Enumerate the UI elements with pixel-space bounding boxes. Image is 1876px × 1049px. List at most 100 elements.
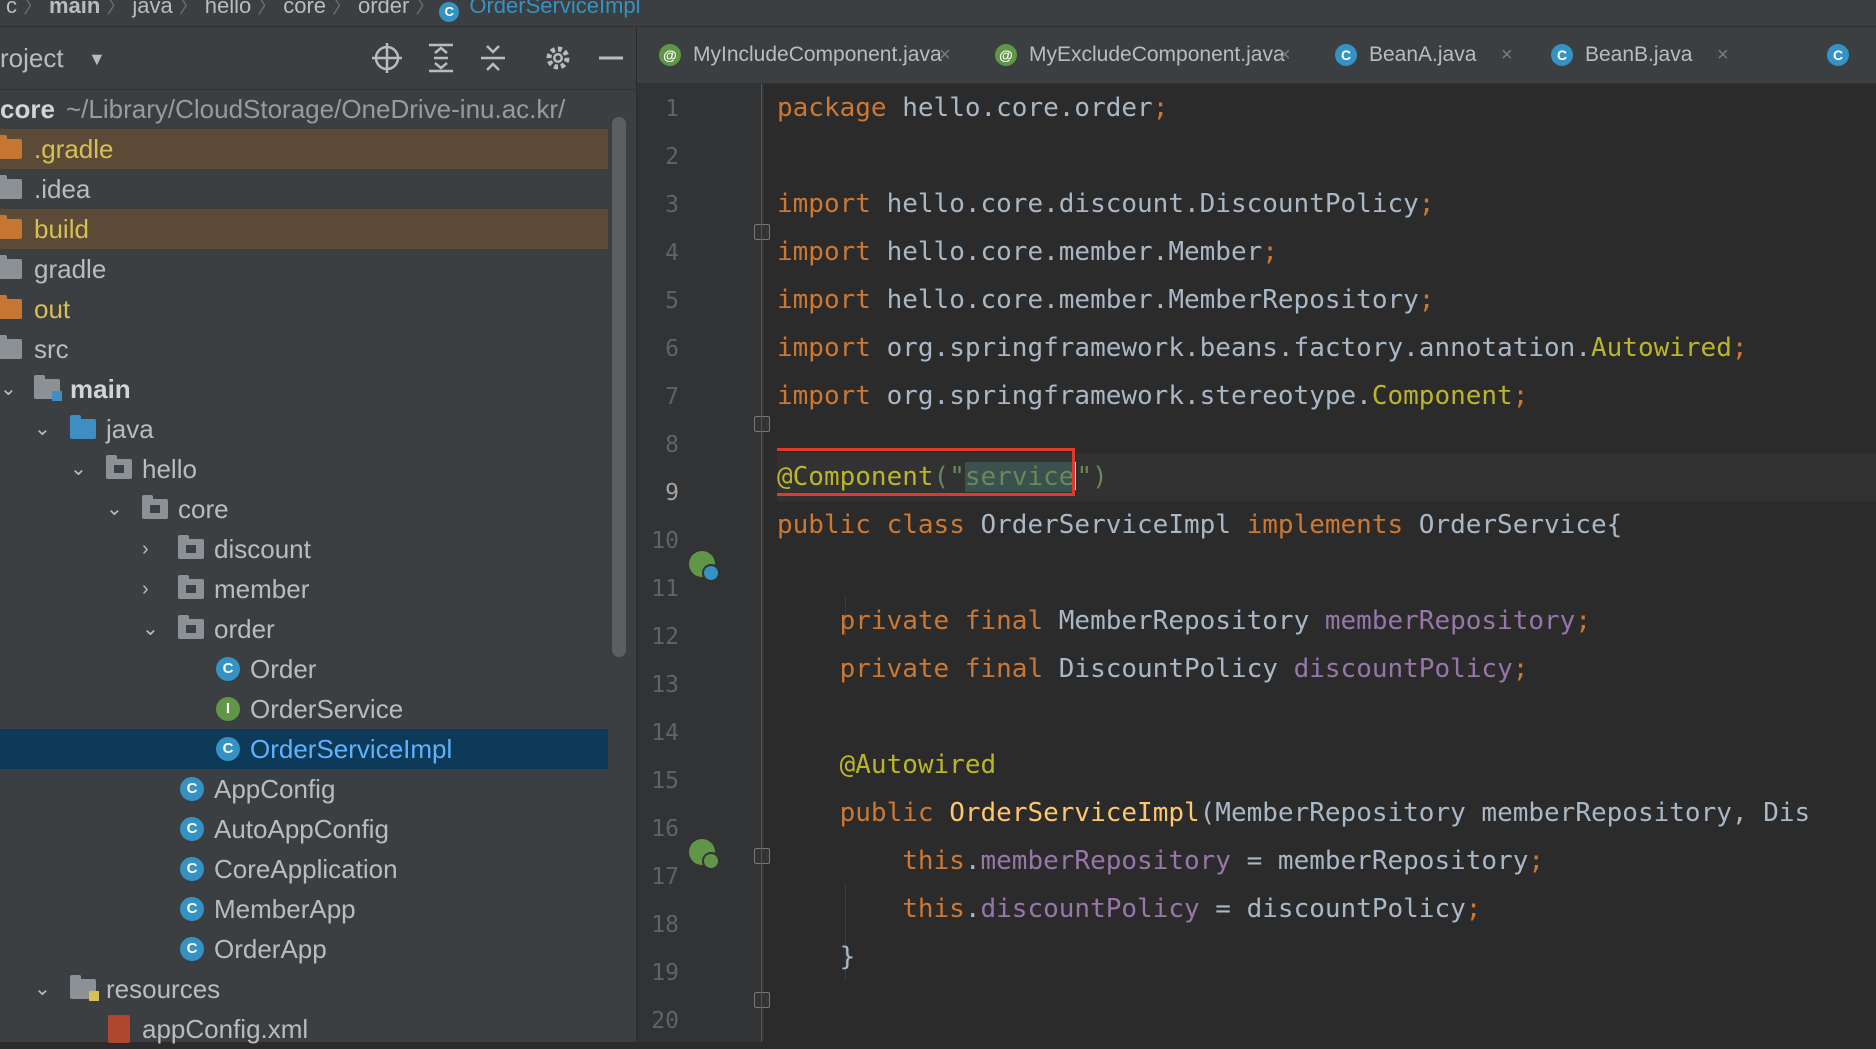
folder-icon bbox=[0, 295, 22, 319]
tree-item-gradle[interactable]: gradle bbox=[0, 249, 608, 289]
package-icon bbox=[142, 495, 168, 519]
line-number: 17 bbox=[651, 864, 679, 890]
tab-label: BeanB.java bbox=[1585, 43, 1693, 66]
breadcrumb-item-current[interactable]: OrderServiceImpl bbox=[463, 0, 646, 18]
tree-item-resources[interactable]: ⌄ resources bbox=[0, 969, 608, 1009]
chevron-down-icon[interactable]: ⌄ bbox=[142, 609, 162, 649]
tab-bean-a[interactable]: C BeanA.java × bbox=[1335, 27, 1513, 83]
close-icon[interactable]: × bbox=[1279, 27, 1291, 83]
minimize-icon[interactable] bbox=[594, 41, 628, 75]
breadcrumb: c 〉 main 〉 java 〉 hello 〉 core 〉 order 〉 C OrderServi… bbox=[0, 0, 1876, 27]
tree-item-discount[interactable]: › discount bbox=[0, 529, 608, 569]
tab-my-exclude-component[interactable]: @ MyExcludeComponent.java × bbox=[995, 27, 1295, 83]
tree-item-main[interactable]: ⌄ main bbox=[0, 369, 608, 409]
line-number: 3 bbox=[665, 192, 679, 218]
tree-item-order-class[interactable]: C Order bbox=[0, 649, 608, 689]
fold-icon[interactable] bbox=[754, 416, 770, 432]
tree-item-label: hello bbox=[142, 454, 197, 484]
breadcrumb-item[interactable]: order bbox=[352, 0, 415, 18]
line-number: 8 bbox=[665, 432, 679, 458]
breadcrumb-item[interactable]: c bbox=[0, 0, 23, 18]
tree-item-order-app[interactable]: C OrderApp bbox=[0, 929, 608, 969]
project-scrollbar[interactable] bbox=[612, 117, 626, 657]
project-panel-header: roject ▼ bbox=[0, 27, 636, 90]
tree-item-label: gradle bbox=[34, 254, 107, 284]
chevron-down-icon[interactable]: ⌄ bbox=[34, 969, 54, 1009]
collapse-all-icon[interactable] bbox=[476, 41, 510, 75]
breadcrumb-item[interactable]: java bbox=[126, 0, 178, 18]
tab-overflow[interactable]: C bbox=[1827, 27, 1876, 83]
code-area[interactable]: package hello.core.order; import hello.c… bbox=[777, 84, 1876, 1042]
tree-item-root[interactable]: core ~/Library/CloudStorage/OneDrive-inu… bbox=[0, 89, 608, 129]
tree-item-label: CoreApplication bbox=[214, 854, 398, 884]
spring-bean-icon[interactable] bbox=[689, 551, 720, 582]
tree-item-label: resources bbox=[106, 974, 221, 1004]
tree-item-member-app[interactable]: C MemberApp bbox=[0, 889, 608, 929]
chevron-right-icon: 〉 bbox=[178, 0, 199, 18]
tree-item-auto-app-config[interactable]: C AutoAppConfig bbox=[0, 809, 608, 849]
tree-item-label: java bbox=[106, 414, 154, 444]
gear-icon[interactable] bbox=[541, 41, 575, 75]
breadcrumb-item[interactable]: hello bbox=[199, 0, 257, 18]
chevron-down-icon[interactable]: ⌄ bbox=[70, 449, 90, 489]
tree-item-order-service-impl[interactable]: C OrderServiceImpl bbox=[0, 729, 608, 769]
breadcrumb-item[interactable]: main bbox=[43, 0, 106, 18]
chevron-down-icon[interactable]: ⌄ bbox=[34, 409, 54, 449]
tree-item-app-config-xml[interactable]: appConfig.xml bbox=[0, 1009, 608, 1049]
fold-icon[interactable] bbox=[754, 992, 770, 1008]
tree-item-src[interactable]: src bbox=[0, 329, 608, 369]
tree-item-label: Order bbox=[250, 654, 317, 684]
annotation-icon: @ bbox=[995, 44, 1017, 66]
line-number: 4 bbox=[665, 240, 679, 266]
line-number: 12 bbox=[651, 624, 679, 650]
folder-icon bbox=[0, 215, 22, 239]
chevron-down-icon[interactable]: ⌄ bbox=[106, 489, 126, 529]
tree-item-label: member bbox=[214, 574, 310, 604]
chevron-down-icon[interactable]: ⌄ bbox=[0, 369, 20, 409]
close-icon[interactable]: × bbox=[1717, 27, 1729, 83]
tab-my-include-component[interactable]: @ MyIncludeComponent.java × bbox=[659, 27, 959, 83]
tree-item-label: main bbox=[70, 374, 131, 404]
class-icon: C bbox=[439, 2, 460, 22]
project-panel-title[interactable]: roject bbox=[0, 43, 64, 74]
chevron-right-icon[interactable]: › bbox=[142, 529, 162, 569]
code-line-5: import hello.core.member.MemberRepositor… bbox=[777, 285, 1435, 315]
runnable-class-icon: C bbox=[180, 897, 204, 921]
class-icon: C bbox=[1827, 44, 1849, 66]
class-icon: C bbox=[1335, 44, 1357, 66]
chevron-down-icon[interactable]: ▼ bbox=[88, 49, 106, 70]
tree-item-java[interactable]: ⌄ java bbox=[0, 409, 608, 449]
tree-item-order[interactable]: ⌄ order bbox=[0, 609, 608, 649]
spring-autowire-icon[interactable] bbox=[689, 839, 720, 870]
line-number: 1 bbox=[665, 96, 679, 122]
tree-item-label: core bbox=[178, 494, 229, 524]
tree-item-core-application[interactable]: C CoreApplication bbox=[0, 849, 608, 889]
class-icon: C bbox=[180, 817, 204, 841]
line-number: 19 bbox=[651, 960, 679, 986]
expand-all-icon[interactable] bbox=[424, 41, 458, 75]
tree-item-out[interactable]: out bbox=[0, 289, 608, 329]
tree-item-label: OrderApp bbox=[214, 934, 327, 964]
tab-bean-b[interactable]: C BeanB.java × bbox=[1551, 27, 1729, 83]
line-number: 14 bbox=[651, 720, 679, 746]
fold-icon[interactable] bbox=[754, 848, 770, 864]
chevron-right-icon: 〉 bbox=[332, 0, 352, 18]
tree-item-core[interactable]: ⌄ core bbox=[0, 489, 608, 529]
tree-item-gradle-cache[interactable]: .gradle bbox=[0, 129, 608, 169]
tree-item-idea[interactable]: .idea bbox=[0, 169, 608, 209]
tab-label: MyIncludeComponent.java bbox=[693, 43, 942, 66]
tree-item-hello[interactable]: ⌄ hello bbox=[0, 449, 608, 489]
spring-boot-class-icon: C bbox=[180, 857, 204, 881]
close-icon[interactable]: × bbox=[1501, 27, 1513, 83]
tree-item-app-config[interactable]: C AppConfig bbox=[0, 769, 608, 809]
close-icon[interactable]: × bbox=[939, 27, 951, 83]
tree-root-path: ~/Library/CloudStorage/OneDrive-inu.ac.k… bbox=[66, 94, 566, 124]
tree-item-build[interactable]: build bbox=[0, 209, 608, 249]
tree-item-member[interactable]: › member bbox=[0, 569, 608, 609]
fold-icon[interactable] bbox=[754, 224, 770, 240]
locate-icon[interactable] bbox=[370, 41, 404, 75]
chevron-right-icon[interactable]: › bbox=[142, 569, 162, 609]
breadcrumb-item[interactable]: core bbox=[277, 0, 332, 18]
code-line-19: } bbox=[777, 942, 856, 972]
tree-item-order-service[interactable]: I OrderService bbox=[0, 689, 608, 729]
